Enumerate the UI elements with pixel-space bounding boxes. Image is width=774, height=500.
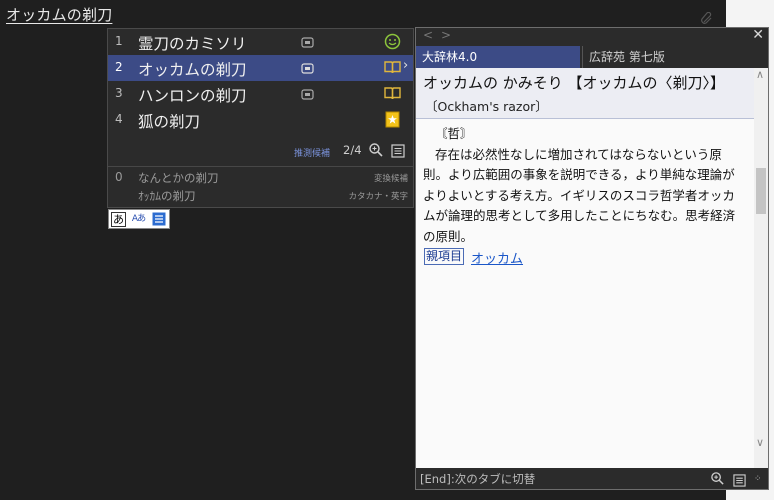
entry-header: オッカムの かみそり 【オッカムの〈剃刀〉】 〔Ockham's razor〕 — [416, 68, 754, 119]
user-dictionary-mark-icon — [301, 35, 314, 48]
hiragana-mode-button[interactable]: あ — [111, 212, 126, 227]
dictionary-titlebar: < > ✕ — [416, 27, 768, 46]
book-icon[interactable] — [384, 59, 401, 76]
candidate-number: 1 — [115, 34, 123, 48]
conversion-tag: 変換候補 — [373, 174, 408, 184]
candidate-item-3[interactable]: 3 ハンロンの剃刀 — [108, 81, 413, 107]
conversion-item-0[interactable]: 0 なんとかの剃刀 変換候補 — [108, 167, 413, 185]
page-indicator: 2/4 — [343, 143, 362, 157]
candidate-footer: 推測候補 2/4 — [108, 140, 413, 162]
list-icon[interactable] — [391, 143, 405, 158]
entry-headword: オッカムの かみそり 【オッカムの〈剃刀〉】 — [423, 74, 726, 92]
conversion-text: ｵｯｶﾑの剃刀 — [138, 189, 196, 203]
book-icon[interactable] — [384, 85, 401, 102]
nav-forward-button[interactable]: > — [441, 28, 451, 42]
tab-daijirin[interactable]: 大辞林4.0 — [416, 46, 580, 68]
candidate-number: 3 — [115, 86, 123, 100]
chevron-right-icon[interactable]: › — [403, 58, 408, 73]
smiley-icon — [384, 33, 401, 50]
user-dictionary-mark-icon — [301, 87, 314, 100]
input-mode-toolbar: あ Aあ — [108, 209, 170, 229]
entry-definition: 存在は必然性なしに増加されてはならないという原則。より広範囲の事象を説明できる，… — [423, 146, 736, 244]
conversion-text: なんとかの剃刀 — [138, 171, 219, 185]
footer-hint: [End]:次のタブに切替 — [420, 472, 536, 486]
list-icon[interactable] — [733, 472, 746, 487]
candidate-item-1[interactable]: 1 霊刀のカミソリ — [108, 29, 413, 55]
scroll-up-icon[interactable]: ∧ — [756, 68, 764, 81]
nav-back-button[interactable]: < — [423, 28, 433, 42]
conversion-item-katakana[interactable]: ｵｯｶﾑの剃刀 カタカナ・英字 — [108, 185, 413, 203]
magnifier-icon[interactable] — [368, 142, 384, 158]
candidate-item-4[interactable]: 4 狐の剃刀 — [108, 107, 413, 133]
dictionary-footer: [End]:次のタブに切替 ⁘ — [416, 468, 768, 489]
entry-body: 〘哲〙 存在は必然性なしに増加されてはならないという原則。より広範囲の事象を説明… — [423, 124, 745, 247]
star-icon[interactable] — [384, 111, 401, 128]
prediction-label: 推測候補 — [294, 149, 331, 159]
candidate-text: ハンロンの剃刀 — [138, 87, 247, 105]
parent-entry-badge: 親項目 — [424, 248, 465, 265]
conversion-number: 0 — [115, 170, 123, 184]
conversion-tag: カタカナ・英字 — [348, 192, 408, 202]
magnifier-icon[interactable] — [710, 471, 725, 486]
candidate-number: 4 — [115, 112, 123, 126]
user-dictionary-mark-icon — [301, 61, 314, 74]
candidate-item-2[interactable]: 2 オッカムの剃刀 › — [108, 55, 413, 81]
dictionary-panel: < > ✕ 大辞林4.0 広辞苑 第七版 オッカムの かみそり 【オッカムの〈剃… — [415, 27, 769, 490]
kana-alpha-mode-button[interactable]: Aあ — [131, 212, 146, 227]
candidate-number: 2 — [115, 60, 123, 74]
entry-english: 〔Ockham's razor〕 — [425, 99, 548, 114]
entry-field-label: 〘哲〙 — [435, 126, 473, 141]
scroll-thumb[interactable] — [756, 168, 766, 214]
candidate-window: 1 霊刀のカミソリ 2 オッカムの剃刀 › 3 ハンロンの剃刀 4 狐の剃刀 推… — [107, 28, 414, 208]
vertical-scrollbar[interactable]: ∧ ∨ — [754, 68, 768, 468]
dictionary-tabs: 大辞林4.0 広辞苑 第七版 — [416, 46, 768, 68]
candidate-text: オッカムの剃刀 — [138, 61, 247, 79]
list-icon[interactable] — [151, 212, 166, 227]
candidate-text: 狐の剃刀 — [138, 113, 201, 131]
composition-text: オッカムの剃刀 — [6, 6, 113, 24]
resize-grip-icon[interactable]: ⁘ — [754, 474, 762, 484]
candidate-text: 霊刀のカミソリ — [138, 35, 247, 53]
paperclip-icon — [700, 11, 714, 26]
related-entry-link[interactable]: オッカム — [471, 248, 523, 267]
close-button[interactable]: ✕ — [752, 27, 764, 43]
scroll-down-icon[interactable]: ∨ — [756, 436, 764, 449]
tab-kojien[interactable]: 広辞苑 第七版 — [582, 46, 752, 68]
